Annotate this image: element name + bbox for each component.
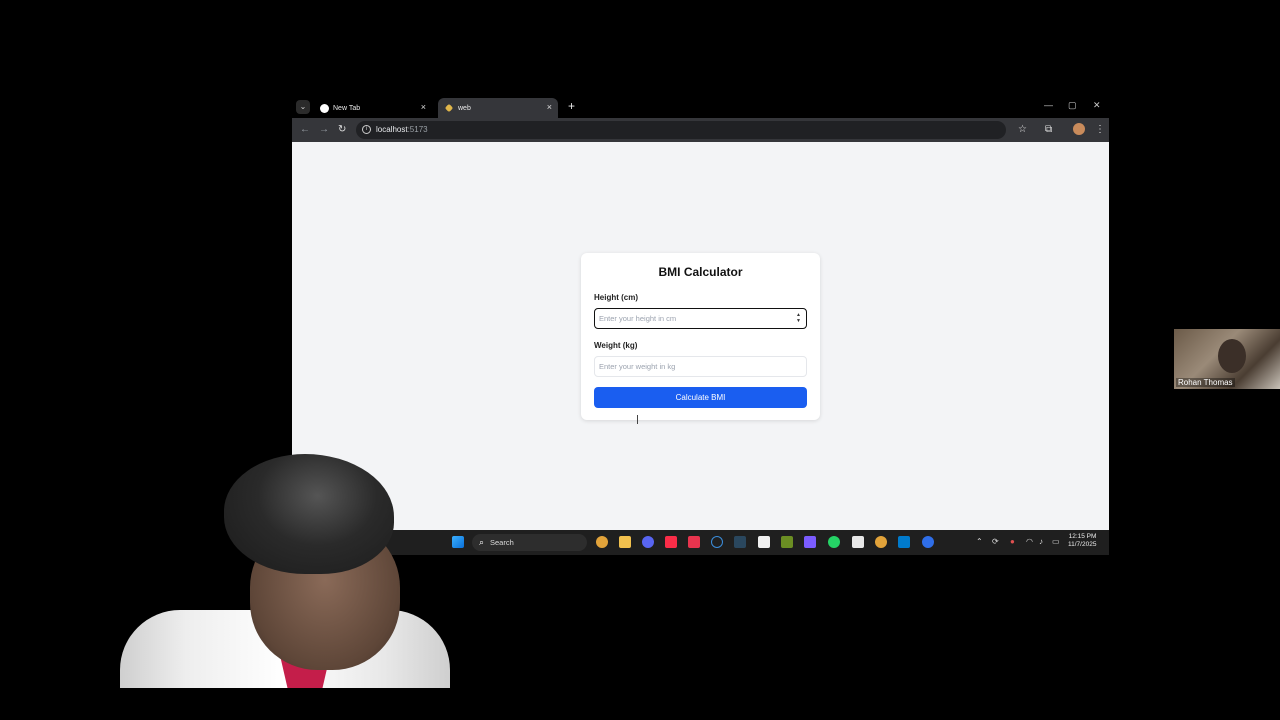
reload-icon[interactable]: ↻ (338, 124, 346, 136)
discord-icon[interactable] (642, 536, 654, 548)
tab-strip: ⌄ New Tab × web × + — ▢ ✕ (292, 96, 1109, 118)
calendar-icon[interactable] (852, 536, 864, 548)
clock-time: 12:15 PM (1068, 533, 1097, 540)
height-placeholder: Enter your height in cm (599, 314, 677, 323)
participant-silhouette (1218, 339, 1246, 373)
taskbar-search[interactable]: ⌕ Search (472, 534, 587, 551)
sync-icon[interactable]: ⟳ (992, 537, 999, 546)
weight-placeholder: Enter your weight in kg (599, 362, 676, 371)
clock-date: 11/7/2025 (1068, 541, 1097, 548)
forward-icon[interactable]: → (319, 124, 329, 136)
profile-avatar[interactable] (1073, 123, 1085, 135)
browser-toolbar: ← → ↻ i localhost:5173 ☆ ⧉ ⋮ (292, 118, 1109, 142)
tab-label: New Tab (333, 104, 361, 112)
search-label: Search (490, 538, 514, 547)
tab-close-icon[interactable]: × (547, 102, 552, 112)
chevron-up-icon[interactable]: ⌃ (976, 537, 983, 546)
tab-label: web (458, 104, 471, 112)
screen: ⌄ New Tab × web × + — ▢ ✕ ← → ↻ i localh… (0, 0, 1280, 720)
search-icon: ⌕ (479, 537, 485, 547)
tab-web[interactable]: web × (438, 98, 558, 118)
tab-close-icon[interactable]: × (421, 102, 426, 112)
address-bar[interactable]: i localhost:5173 (356, 121, 1006, 139)
extensions-icon[interactable]: ⧉ (1045, 123, 1052, 137)
text-cursor-icon (637, 415, 638, 424)
microphone-icon[interactable]: ● (1010, 537, 1015, 546)
battery-icon[interactable]: ▭ (1052, 537, 1060, 546)
menu-kebab-icon[interactable]: ⋮ (1095, 123, 1105, 137)
minimize-icon[interactable]: — (1044, 100, 1053, 110)
new-tab-button[interactable]: + (568, 100, 575, 112)
app-diamond-icon[interactable] (804, 536, 816, 548)
close-window-icon[interactable]: ✕ (1093, 100, 1101, 111)
system-clock[interactable]: 12:15 PM 11/7/2025 (1068, 533, 1096, 549)
snip-icon[interactable] (688, 536, 700, 548)
height-label: Height (cm) (594, 293, 638, 302)
maximize-icon[interactable]: ▢ (1068, 100, 1077, 111)
volume-icon[interactable]: ♪ (1039, 537, 1043, 546)
url-text: localhost:5173 (376, 125, 428, 134)
chrome-taskbar-icon[interactable] (596, 536, 608, 548)
site-info-icon[interactable]: i (362, 125, 371, 134)
cortana-icon[interactable] (711, 536, 723, 548)
participant-name: Rohan Thomas (1176, 378, 1235, 387)
whatsapp-icon[interactable] (828, 536, 840, 548)
app-icon[interactable] (758, 536, 770, 548)
minecraft-icon[interactable] (781, 536, 793, 548)
number-spinner-icon[interactable]: ▲ ▼ (796, 312, 801, 324)
weight-label: Weight (kg) (594, 341, 638, 350)
bmi-card: BMI Calculator Height (cm) Enter your he… (581, 253, 820, 420)
participant-video-thumbnail: Rohan Thomas (1174, 329, 1280, 389)
calculate-bmi-button[interactable]: Calculate BMI (594, 387, 807, 408)
file-explorer-icon[interactable] (619, 536, 631, 548)
page-title: BMI Calculator (658, 265, 743, 279)
presenter-hair (224, 454, 394, 574)
app-blue-icon[interactable] (922, 536, 934, 548)
wifi-icon[interactable]: ◠ (1026, 537, 1033, 546)
chrome-profile-icon[interactable] (875, 536, 887, 548)
music-icon[interactable] (665, 536, 677, 548)
chrome-icon (320, 103, 329, 113)
vite-favicon-icon (444, 103, 454, 113)
vscode-icon[interactable] (898, 536, 910, 548)
back-icon[interactable]: ← (300, 124, 310, 136)
steam-icon[interactable] (734, 536, 746, 548)
presenter-webcam-overlay (120, 450, 450, 688)
weight-input[interactable]: Enter your weight in kg (594, 356, 807, 377)
tab-new-tab[interactable]: New Tab × (312, 98, 432, 118)
tab-search-dropdown-icon[interactable]: ⌄ (296, 100, 310, 114)
height-input[interactable]: Enter your height in cm ▲ ▼ (594, 308, 807, 329)
windows-start-icon[interactable] (452, 536, 464, 548)
bookmark-star-icon[interactable]: ☆ (1018, 123, 1027, 137)
